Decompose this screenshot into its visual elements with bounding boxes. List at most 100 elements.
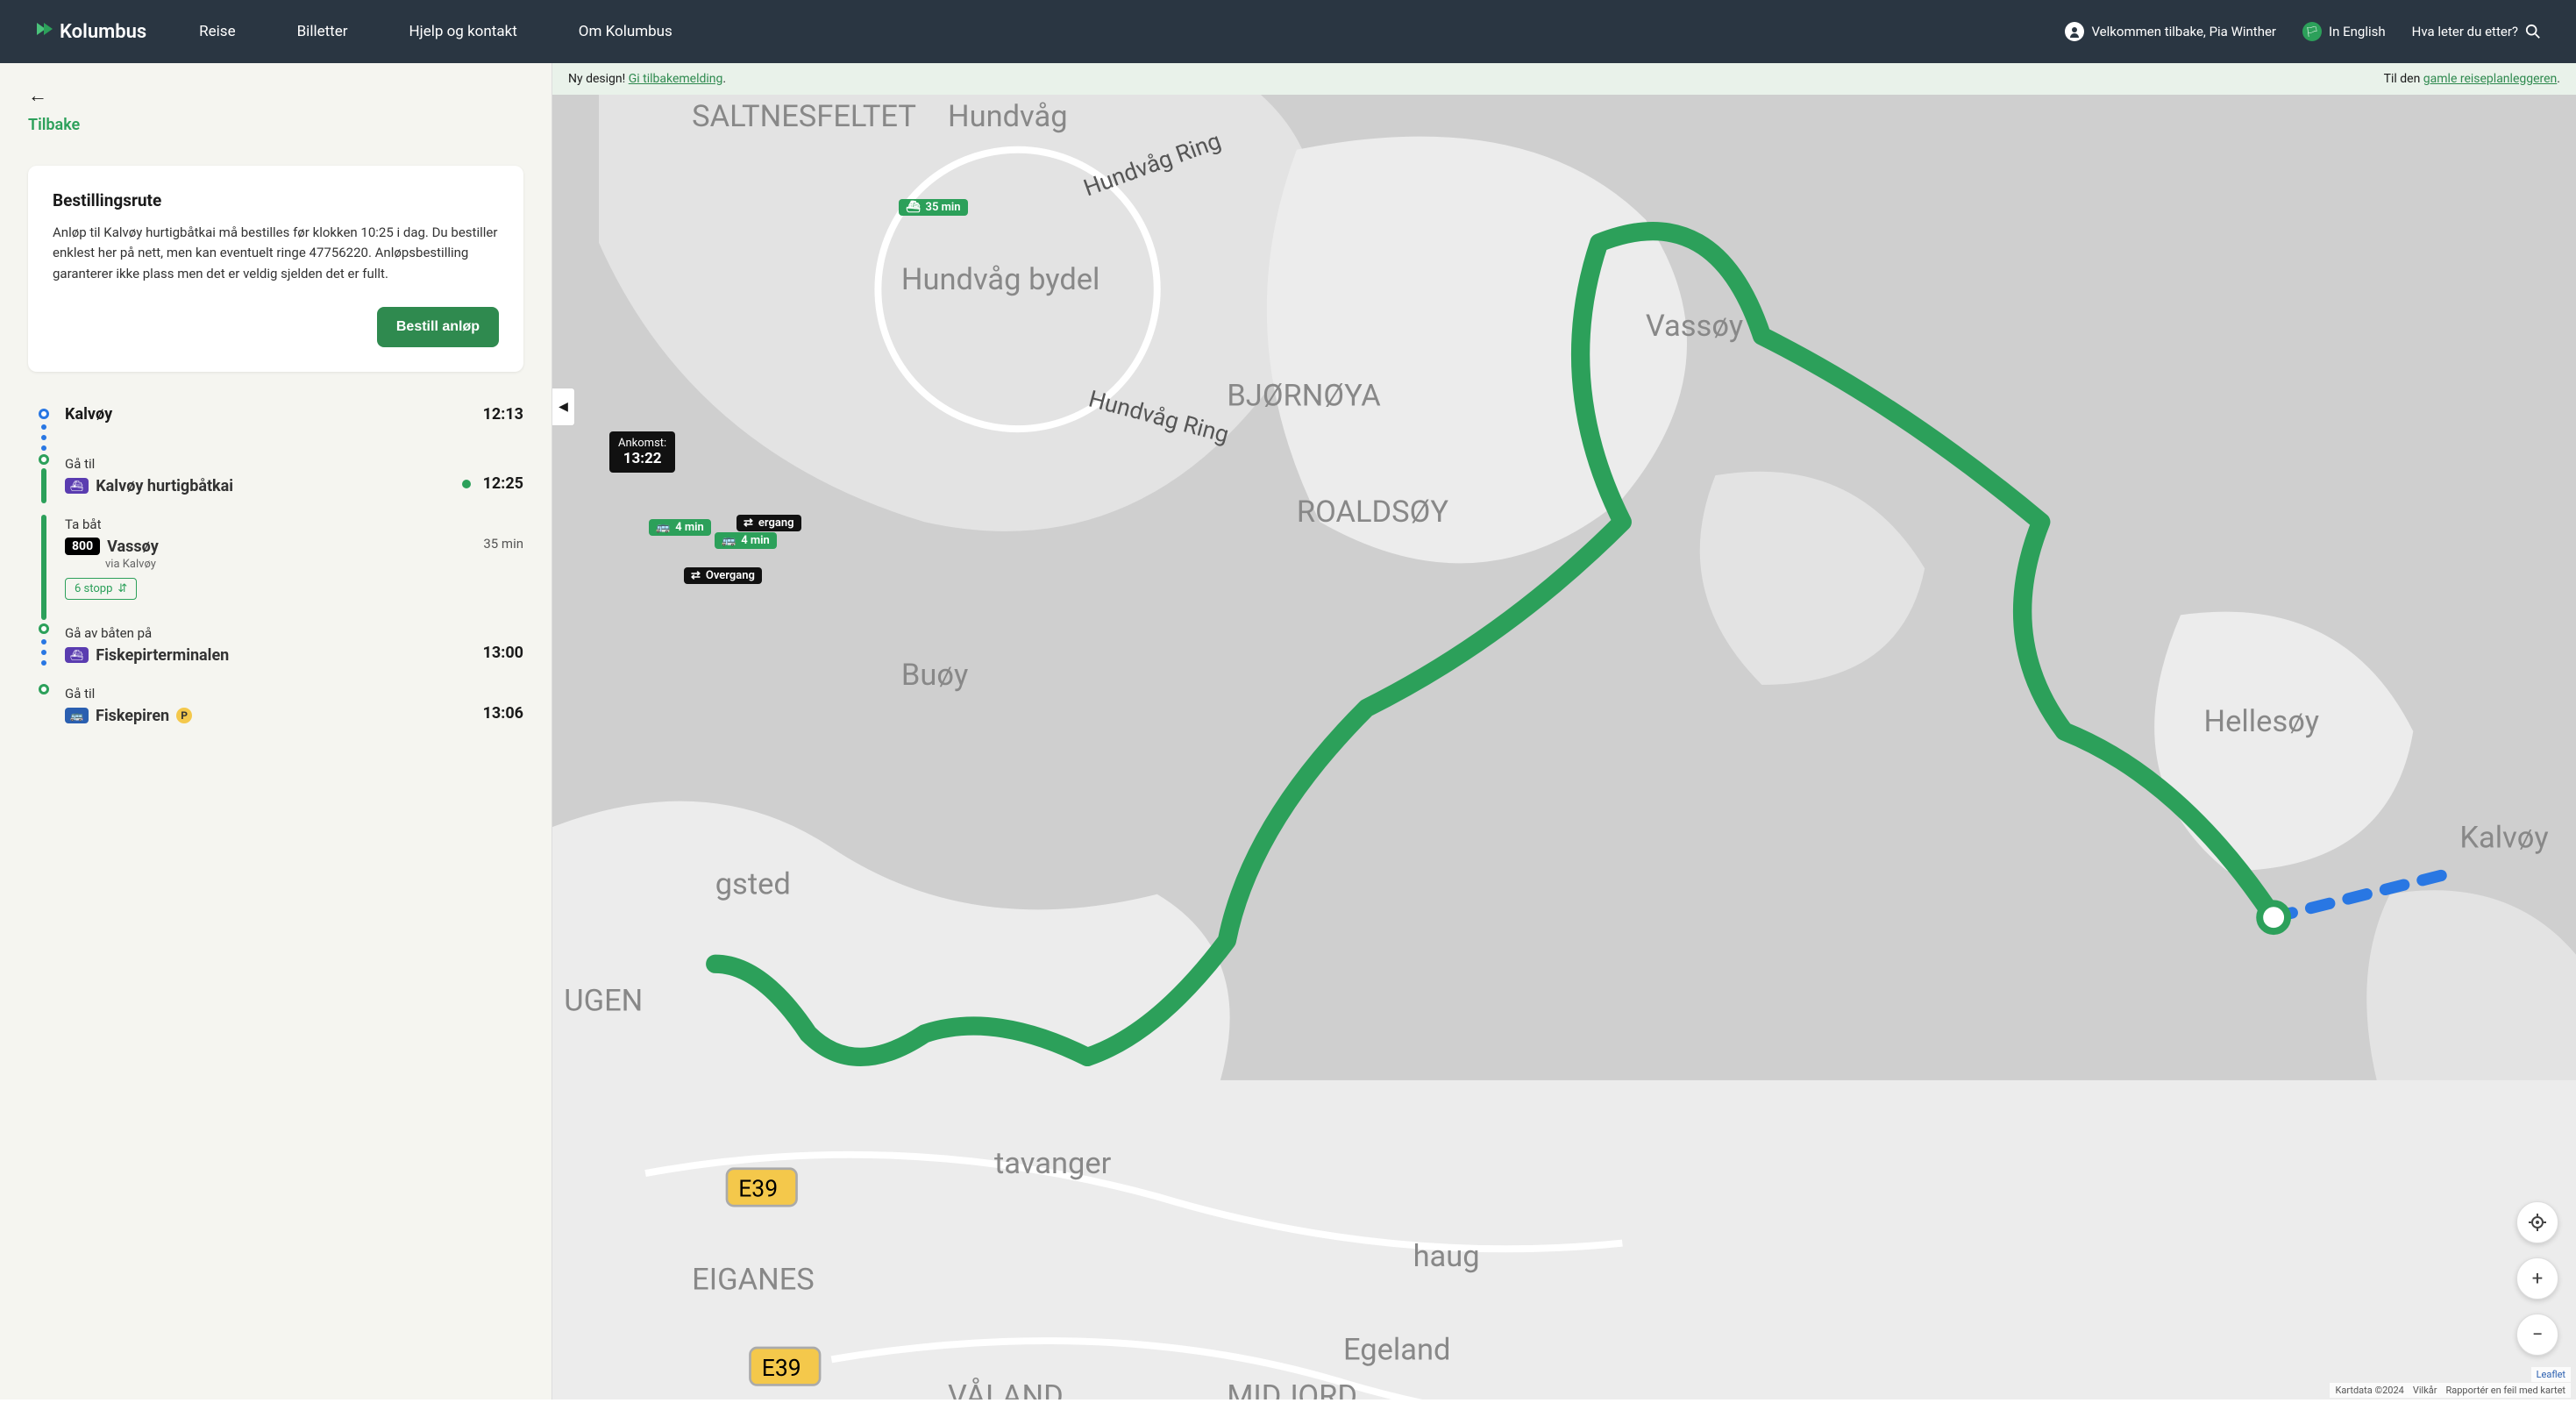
- arrival-time: 13:22: [618, 450, 666, 467]
- svg-text:E39: E39: [738, 1176, 778, 1203]
- svg-text:UGEN: UGEN: [564, 983, 643, 1018]
- stop-dot-icon: [39, 454, 49, 465]
- leaflet-attribution: Leaflet: [2531, 1367, 2571, 1382]
- svg-text:haug: haug: [1413, 1239, 1480, 1274]
- design-banner: Ny design! Gi tilbakemelding. Til den ga…: [552, 63, 2576, 95]
- logo-icon: [35, 19, 54, 44]
- park-icon: P: [176, 708, 192, 723]
- locate-icon: [2528, 1213, 2547, 1232]
- attrib-report[interactable]: Rapportér en feil med kartet: [2445, 1385, 2565, 1396]
- svg-text:Buøy: Buøy: [901, 658, 968, 693]
- stop-dot-icon: [39, 684, 49, 694]
- user-icon: [2065, 22, 2084, 41]
- svg-text:BJØRNØYA: BJØRNØYA: [1227, 379, 1381, 414]
- walk1-dest: Kalvøy hurtigbåtkai: [96, 477, 233, 495]
- svg-text:Vassøy: Vassøy: [1646, 309, 1743, 344]
- transfer-badge: ⇄ Overgang: [684, 567, 762, 584]
- logo[interactable]: Kolumbus: [35, 19, 146, 44]
- bus-duration-badge: 🚌 4 min: [715, 532, 777, 549]
- transfer-icon: ⇄: [744, 516, 753, 530]
- map[interactable]: Ny design! Gi tilbakemelding. Til den ga…: [552, 63, 2576, 1399]
- feedback-link[interactable]: Gi tilbakemelding: [629, 72, 723, 86]
- welcome-text: Velkommen tilbake, Pia Winther: [2091, 24, 2276, 39]
- bus-icon: 🚌: [722, 534, 736, 547]
- collapse-sidebar-handle[interactable]: ◀: [552, 388, 575, 426]
- main-nav: Reise Billetter Hjelp og kontakt Om Kolu…: [199, 23, 672, 40]
- svg-text:VÅLAND: VÅLAND: [948, 1376, 1064, 1399]
- language-toggle[interactable]: 🏳 In English: [2302, 22, 2386, 41]
- banner-right-text: Til den: [2384, 72, 2423, 86]
- stop-dot-icon: [39, 623, 49, 634]
- back-arrow-icon[interactable]: ←: [28, 84, 523, 107]
- card-title: Bestillingsrute: [53, 190, 499, 210]
- nav-hjelp[interactable]: Hjelp og kontakt: [409, 23, 517, 40]
- locate-button[interactable]: [2516, 1201, 2558, 1243]
- svg-text:Egeland: Egeland: [1343, 1332, 1451, 1367]
- zoom-out-button[interactable]: −: [2516, 1314, 2558, 1356]
- itinerary: Kalvøy 12:13 Gå til ⛴ Kalvøy hurtig: [0, 396, 551, 769]
- nav-billetter[interactable]: Billetter: [297, 23, 348, 40]
- svg-text:ROALDSØY: ROALDSØY: [1297, 495, 1448, 530]
- start-name: Kalvøy: [65, 405, 112, 424]
- alight-dest: Fiskepirterminalen: [96, 646, 229, 665]
- alight-label: Gå av båten på: [65, 625, 523, 641]
- svg-text:SALTNESFELTET: SALTNESFELTET: [692, 99, 916, 134]
- boat-dest: Vassøy: [107, 538, 159, 556]
- boat-label: Ta båt: [65, 516, 523, 532]
- search-field[interactable]: Hva leter du etter?: [2412, 24, 2541, 39]
- route-badge: 800: [65, 538, 100, 555]
- svg-text:tavanger: tavanger: [994, 1146, 1112, 1181]
- svg-text:EIGANES: EIGANES: [692, 1263, 815, 1298]
- walk1-time: 12:25: [483, 474, 523, 493]
- stops-count: 6 stopp: [75, 582, 112, 595]
- transfer-icon: ⇄: [691, 569, 701, 582]
- map-canvas[interactable]: Langøy Vassøy BJØRNØYA ROALDSØY Hellesøy…: [552, 63, 2576, 1399]
- svg-text:Hellesøy: Hellesøy: [2204, 704, 2320, 739]
- ferry-icon: ⛴: [65, 647, 89, 663]
- sidebar: ← Tilbake Bestillingsrute Anløp til Kalv…: [0, 63, 552, 1399]
- chevron-updown-icon: ⇵: [117, 582, 127, 595]
- svg-text:Hundvåg: Hundvåg: [948, 99, 1068, 134]
- start-dot-icon: [39, 409, 49, 419]
- svg-text:Kalvøy: Kalvøy: [2459, 821, 2548, 856]
- map-attribution: Kartdata ©2024 Vilkår Rapportér en feil …: [2330, 1383, 2571, 1398]
- nav-om[interactable]: Om Kolumbus: [579, 23, 672, 40]
- nav-reise[interactable]: Reise: [199, 23, 235, 40]
- old-planner-link[interactable]: gamle reiseplanleggeren: [2423, 72, 2558, 86]
- flag-icon: 🏳: [2302, 22, 2322, 41]
- language-label: In English: [2329, 24, 2386, 39]
- book-button[interactable]: Bestill anløp: [377, 307, 499, 347]
- walk2-time: 13:06: [483, 704, 523, 723]
- ferry-icon: ⛴: [65, 478, 89, 494]
- stops-expand[interactable]: 6 stopp ⇵: [65, 578, 137, 600]
- booking-card: Bestillingsrute Anløp til Kalvøy hurtigb…: [28, 166, 523, 372]
- attrib-terms[interactable]: Vilkår: [2413, 1385, 2437, 1396]
- start-time: 12:13: [483, 405, 523, 424]
- walk2-dest: Fiskepiren: [96, 707, 169, 725]
- ferry-duration-badge: ⛴ 35 min: [899, 199, 968, 216]
- logo-text: Kolumbus: [60, 21, 146, 43]
- bus-duration-badge: 🚌 4 min: [649, 519, 711, 536]
- bus-icon: 🚌: [65, 708, 89, 723]
- svg-text:E39: E39: [762, 1355, 801, 1382]
- search-placeholder: Hva leter du etter?: [2412, 24, 2518, 39]
- search-icon: [2525, 24, 2541, 39]
- zoom-in-button[interactable]: +: [2516, 1257, 2558, 1300]
- banner-left-text: Ny design!: [568, 72, 629, 86]
- arrival-label: Ankomst:: [618, 437, 666, 450]
- svg-text:MIDJORD: MIDJORD: [1227, 1378, 1357, 1399]
- leaflet-link[interactable]: Leaflet: [2537, 1369, 2565, 1380]
- walk2-label: Gå til: [65, 686, 523, 702]
- realtime-dot-icon: [462, 480, 471, 488]
- ferry-icon: ⛴: [906, 201, 921, 214]
- alight-time: 13:00: [483, 644, 523, 662]
- svg-text:gsted: gsted: [715, 867, 791, 902]
- bus-icon: 🚌: [656, 521, 670, 534]
- svg-text:Hundvåg bydel: Hundvåg bydel: [901, 262, 1100, 297]
- back-label[interactable]: Tilbake: [28, 116, 523, 134]
- attrib-data: Kartdata ©2024: [2335, 1385, 2403, 1396]
- user-menu[interactable]: Velkommen tilbake, Pia Winther: [2065, 22, 2276, 41]
- boat-duration: 35 min: [483, 536, 523, 552]
- boat-via: via Kalvøy: [105, 558, 523, 571]
- card-body: Anløp til Kalvøy hurtigbåtkai må bestill…: [53, 223, 499, 284]
